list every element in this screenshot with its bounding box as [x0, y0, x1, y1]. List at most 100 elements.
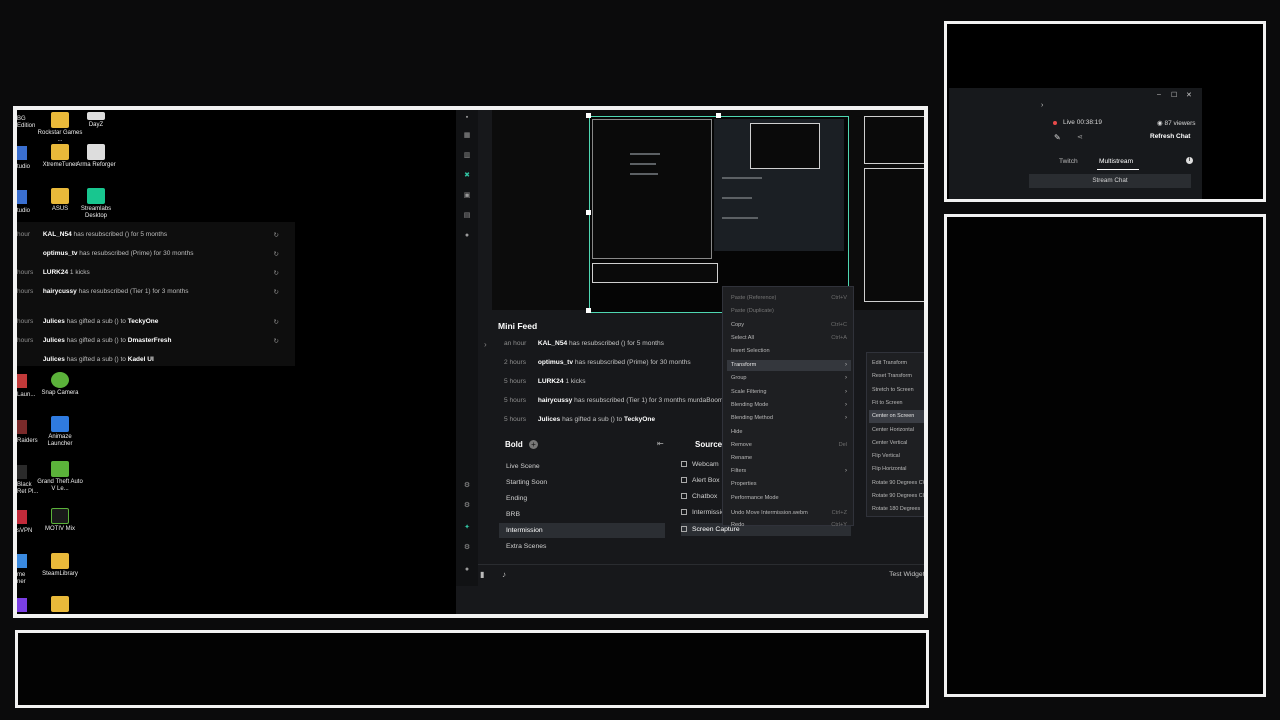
context-menu-item[interactable]: Rename: [727, 453, 851, 464]
context-menu-item[interactable]: Paste (Duplicate): [727, 306, 851, 317]
transform-submenu-item[interactable]: Fit to Screen: [869, 397, 924, 410]
transform-submenu-item[interactable]: Center Horizontal: [869, 424, 924, 437]
integrations-icon[interactable]: ⚙: [463, 502, 471, 509]
scene-item[interactable]: Extra Scenes: [499, 539, 665, 554]
scene-item[interactable]: Ending: [499, 491, 665, 506]
context-menu-item[interactable]: Blending Method ›: [727, 413, 851, 424]
context-menu-item[interactable]: Filters ›: [727, 466, 851, 477]
desktop-icon-dayz[interactable]: DayZ: [73, 112, 119, 129]
partial-icon: [17, 420, 27, 434]
resize-handle[interactable]: [586, 308, 591, 313]
mini-feed: Mini Feed an hour KAL_N54 has resubscrib…: [492, 318, 924, 438]
library-icon[interactable]: ▥: [463, 152, 471, 159]
nested-preview-box: [750, 123, 820, 169]
stream-chat-header: Stream Chat: [1029, 174, 1191, 188]
desktop-icon-gta[interactable]: Grand Theft Auto V Le...: [37, 461, 83, 493]
scene-item[interactable]: Live Scene: [499, 459, 665, 474]
resize-handle[interactable]: [716, 113, 721, 118]
refresh-icon[interactable]: ↻: [274, 231, 279, 239]
maximize-icon[interactable]: ☐: [1171, 91, 1177, 99]
resize-handle[interactable]: [586, 210, 591, 215]
context-menu-item[interactable]: Undo Move Intermission.webm Ctrl+Z: [727, 508, 851, 519]
context-menu-item[interactable]: Properties: [727, 479, 851, 490]
desktop-icon-arma[interactable]: Arma Reforger: [73, 144, 119, 169]
refresh-icon[interactable]: ↻: [274, 318, 279, 326]
context-menu-item[interactable]: Transform ›: [727, 360, 851, 371]
scene-switcher-icon[interactable]: ⇤: [657, 439, 664, 448]
context-menu: Paste (Reference) Ctrl+V Paste (Duplicate)…: [722, 286, 854, 528]
preview-canvas[interactable]: [589, 116, 849, 313]
scene-preview[interactable]: [492, 110, 924, 313]
transform-submenu-item[interactable]: Rotate 180 Degrees: [869, 503, 924, 516]
refresh-icon[interactable]: ↻: [274, 250, 279, 258]
transform-submenu-item[interactable]: Center Vertical: [869, 437, 924, 450]
editor-icon[interactable]: ▪: [463, 114, 471, 121]
transform-submenu-item[interactable]: Rotate 90 Degrees CW: [869, 477, 924, 490]
context-menu-item[interactable]: Invert Selection: [727, 346, 851, 357]
desktop-icon-animaze[interactable]: Animaze Launcher: [37, 416, 83, 448]
side-label: Raiders: [17, 438, 38, 444]
add-scene-collection-icon[interactable]: +: [529, 440, 538, 449]
store-icon[interactable]: ▣: [463, 192, 471, 199]
nested-line: [630, 153, 660, 155]
transform-submenu-item[interactable]: Stretch to Screen: [869, 384, 924, 397]
desktop-icon-snap-camera[interactable]: Snap Camera: [37, 372, 83, 397]
context-menu-item[interactable]: Group ›: [727, 373, 851, 384]
context-menu-item[interactable]: Hide: [727, 427, 851, 438]
context-menu-item[interactable]: Performance Mode: [727, 493, 851, 504]
context-menu-item[interactable]: Scale Filtering ›: [727, 387, 851, 398]
test-widgets-button[interactable]: Test Widgets: [889, 571, 924, 578]
desktop-icon-folder[interactable]: [37, 596, 83, 614]
scene-item[interactable]: BRB: [499, 507, 665, 522]
chevron-right-icon[interactable]: ›: [1041, 102, 1043, 109]
desktop-icon-label: SteamLibrary: [42, 571, 78, 577]
grid-icon[interactable]: ▦: [463, 132, 471, 139]
pencil-icon[interactable]: ✎: [1054, 133, 1061, 142]
bell-icon[interactable]: ♪: [502, 570, 506, 579]
refresh-icon[interactable]: ↻: [274, 288, 279, 296]
refresh-icon[interactable]: ↻: [274, 269, 279, 277]
tab-twitch[interactable]: Twitch: [1059, 158, 1078, 165]
profile-icon[interactable]: ●: [463, 566, 471, 573]
context-menu-item[interactable]: Remove Del: [727, 440, 851, 451]
transform-submenu-item[interactable]: Center on Screen: [869, 410, 924, 424]
context-menu-item[interactable]: Blending Mode ›: [727, 400, 851, 411]
scene-item-active[interactable]: Intermission: [499, 523, 665, 538]
media-icon[interactable]: ▤: [463, 212, 471, 219]
desktop-icon-steamlibrary[interactable]: SteamLibrary: [37, 553, 83, 578]
info-icon[interactable]: i: [1186, 157, 1193, 164]
transform-submenu-item[interactable]: Rotate 90 Degrees CCW: [869, 490, 924, 503]
side-label: Black: [17, 482, 32, 488]
refresh-chat-button[interactable]: Refresh Chat: [1150, 133, 1190, 140]
scene-collection-title[interactable]: Bold: [505, 440, 523, 449]
close-icon[interactable]: ✕: [1186, 91, 1192, 99]
context-menu-item[interactable]: Paste (Reference) Ctrl+V: [727, 293, 851, 304]
record-icon[interactable]: ●: [463, 232, 471, 239]
tab-multistream[interactable]: Multistream: [1099, 158, 1133, 165]
screen-capture-frame: Rockstar Games ... DayZ XtremeTuner Arma…: [13, 106, 928, 618]
share-icon[interactable]: ⋖: [1077, 133, 1083, 141]
transform-submenu-item[interactable]: Flip Vertical: [869, 450, 924, 463]
desktop-icon-streamlabs[interactable]: Streamlabs Desktop: [73, 188, 119, 220]
stats-icon[interactable]: ▮: [480, 570, 484, 579]
desktop-icon-motiv-mix[interactable]: MOTIV Mix: [37, 508, 83, 533]
side-label: BG: [17, 116, 26, 122]
transform-submenu-item[interactable]: Reset Transform: [869, 370, 924, 383]
refresh-icon[interactable]: ↻: [274, 337, 279, 345]
transform-submenu-item[interactable]: Edit Transform: [869, 357, 924, 370]
minimize-icon[interactable]: –: [1157, 91, 1161, 98]
context-menu-item[interactable]: Redo Ctrl+Y: [727, 520, 851, 531]
settings-icon[interactable]: ⚙: [463, 544, 471, 551]
resize-handle[interactable]: [586, 113, 591, 118]
themes-icon[interactable]: ✖: [463, 172, 471, 179]
chevron-right-icon[interactable]: ›: [484, 340, 487, 349]
cam-preview-box: [864, 168, 924, 302]
scene-item[interactable]: Starting Soon: [499, 475, 665, 490]
plugin-icon[interactable]: ⚙: [463, 482, 471, 489]
arma-icon: [87, 144, 105, 160]
submenu-arrow-icon: ›: [845, 415, 847, 421]
context-menu-item[interactable]: Select All Ctrl+A: [727, 333, 851, 344]
studio-mode-icon[interactable]: ✦: [463, 524, 471, 531]
context-menu-item[interactable]: Copy Ctrl+C: [727, 320, 851, 331]
transform-submenu-item[interactable]: Flip Horizontal: [869, 463, 924, 476]
